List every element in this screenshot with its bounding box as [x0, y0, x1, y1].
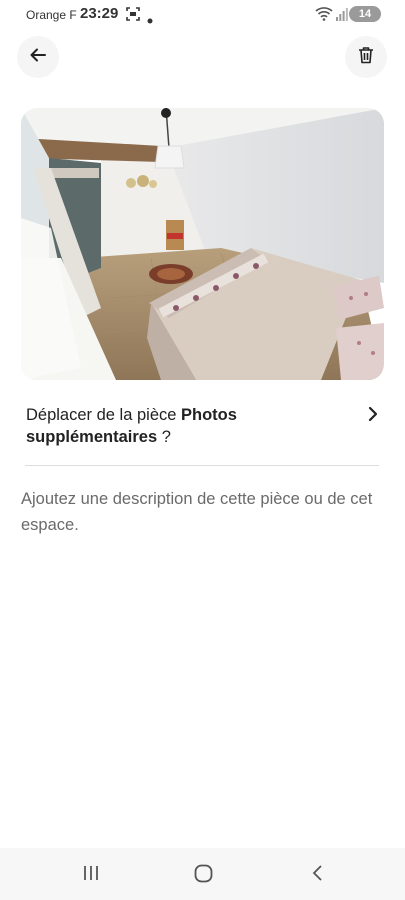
trash-icon [358, 46, 374, 69]
divider [25, 465, 379, 466]
signal-icon [336, 6, 348, 27]
status-bar: Orange F 23:29 14 [0, 0, 405, 30]
delete-photo-button[interactable] [345, 36, 387, 78]
back-button[interactable] [17, 36, 59, 78]
battery-level: 14 [358, 8, 372, 20]
notification-dot-icon [147, 11, 153, 29]
chevron-right-icon [367, 406, 379, 427]
screenshot-icon [125, 6, 141, 27]
battery-indicator: 14 [349, 6, 381, 22]
description-input[interactable]: Ajoutez une description de cette pièce o… [21, 486, 381, 538]
arrow-left-icon [29, 46, 47, 69]
wifi-icon [315, 6, 333, 27]
move-prefix: Déplacer de la pièce [26, 406, 182, 424]
navigation-bar [0, 848, 405, 900]
move-room-row[interactable]: Déplacer de la pièce Photos supplémentai… [26, 404, 381, 454]
status-time: 23:29 [80, 5, 119, 22]
home-icon[interactable] [194, 864, 213, 888]
move-room-text: Déplacer de la pièce Photos supplémentai… [26, 404, 326, 448]
carrier-name: Orange F [26, 8, 77, 22]
back-icon[interactable] [311, 864, 323, 887]
recent-apps-icon[interactable] [82, 864, 100, 887]
move-suffix: ? [157, 428, 171, 446]
bedroom-photo [21, 108, 384, 380]
room-photo[interactable] [21, 108, 384, 380]
